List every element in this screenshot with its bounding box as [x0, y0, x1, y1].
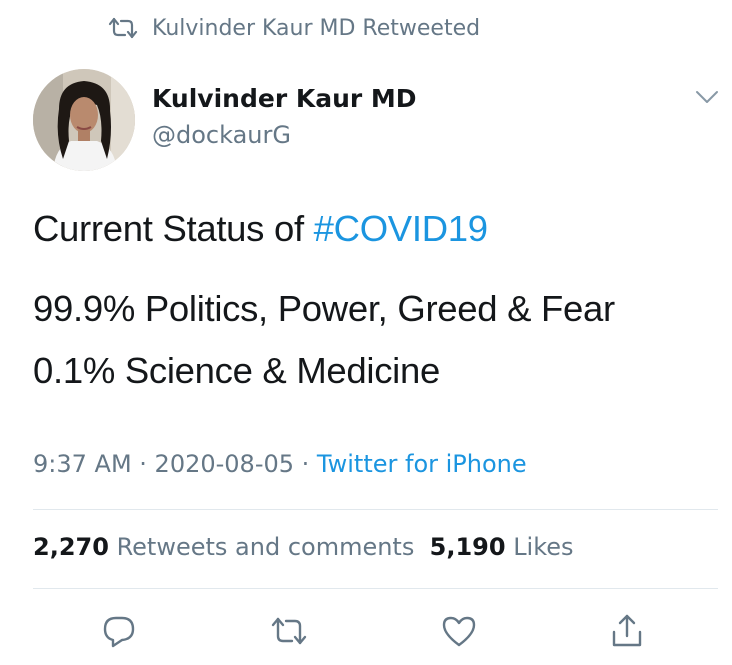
tweet-stats: 2,270 Retweets and comments 5,190 Likes: [33, 533, 574, 561]
like-button[interactable]: [438, 610, 480, 652]
avatar[interactable]: [33, 69, 135, 171]
retweets-label[interactable]: Retweets and comments: [117, 533, 415, 561]
tweet-text-line-1: Current Status of #COVID19: [33, 208, 488, 250]
tweet-time: 9:37 AM: [33, 450, 132, 478]
tweet-text-line-2: 99.9% Politics, Power, Greed & Fear: [33, 288, 615, 329]
meta-separator: ·: [131, 450, 155, 478]
avatar-image: [33, 69, 135, 171]
like-icon: [442, 616, 476, 647]
chevron-down-icon[interactable]: [694, 88, 720, 106]
reply-button[interactable]: [98, 610, 140, 652]
likes-label[interactable]: Likes: [513, 533, 573, 561]
retweet-icon: [108, 17, 138, 39]
author-display-name[interactable]: Kulvinder Kaur MD: [152, 84, 417, 113]
tweet-date: 2020-08-05: [154, 450, 295, 478]
divider: [33, 509, 718, 510]
likes-count[interactable]: 5,190: [430, 533, 506, 561]
divider: [33, 588, 718, 589]
retweets-count[interactable]: 2,270: [33, 533, 109, 561]
reply-icon: [103, 616, 135, 648]
retweeted-by-label: Kulvinder Kaur MD Retweeted: [152, 15, 481, 41]
tweet-source-link[interactable]: Twitter for iPhone: [317, 450, 527, 478]
hashtag-link[interactable]: #COVID19: [314, 208, 488, 249]
share-button[interactable]: [606, 610, 648, 652]
retweet-button[interactable]: [268, 610, 310, 652]
meta-separator: ·: [294, 450, 317, 478]
tweet-text-prefix: Current Status of: [33, 208, 314, 249]
tweet-text-line-3: 0.1% Science & Medicine: [33, 350, 440, 391]
retweet-icon: [271, 617, 307, 645]
share-icon: [612, 614, 642, 647]
retweeted-header[interactable]: Kulvinder Kaur MD Retweeted: [108, 12, 480, 44]
author-handle[interactable]: @dockaurG: [152, 121, 291, 149]
tweet-meta: 9:37 AM · 2020-08-05 · Twitter for iPhon…: [33, 450, 527, 478]
